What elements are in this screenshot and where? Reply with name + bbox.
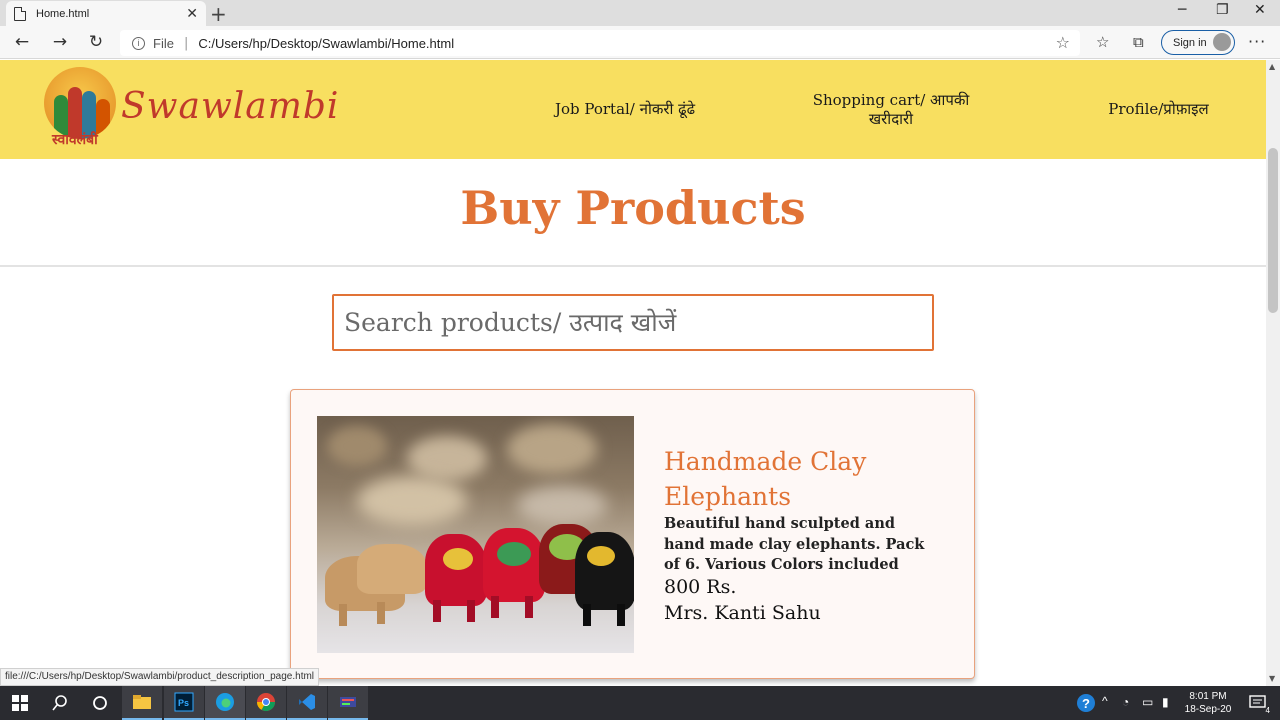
browser-tab-bar: Home.html ✕ + ─ ❐ ✕	[0, 0, 1280, 26]
site-header: स्वावलंबी Swawlambi Job Portal/ नोकरी ढू…	[0, 60, 1266, 159]
page-icon	[14, 6, 26, 21]
product-seller: Mrs. Kanti Sahu	[664, 602, 821, 624]
back-icon[interactable]: ←	[10, 31, 34, 53]
new-tab-icon[interactable]: +	[210, 2, 227, 26]
refresh-icon[interactable]: ↻	[84, 31, 108, 53]
address-url: C:/Users/hp/Desktop/Swawlambi/Home.html	[198, 35, 455, 51]
nav-profile[interactable]: Profile/प्रोफ़ाइल	[1096, 100, 1221, 119]
notification-count: 4	[1265, 706, 1270, 715]
help-icon[interactable]: ?	[1068, 686, 1104, 720]
window-close-icon[interactable]: ✕	[1254, 2, 1266, 18]
start-button[interactable]	[0, 686, 40, 720]
address-toolbar: ← → ↻ i File | C:/Users/hp/Desktop/Swawl…	[0, 26, 1280, 59]
minimize-icon[interactable]: ─	[1178, 2, 1186, 18]
favorites-icon[interactable]: ☆	[1096, 33, 1109, 51]
clock[interactable]: 8:01 PM 18-Sep-20	[1180, 690, 1236, 716]
clock-time: 8:01 PM	[1189, 691, 1227, 702]
photoshop-icon[interactable]: Ps	[164, 686, 204, 720]
divider	[0, 265, 1266, 267]
tray-chevron-icon[interactable]: ^	[1102, 695, 1108, 708]
collections-icon[interactable]: ⧉	[1133, 33, 1144, 51]
page-viewport: स्वावलंबी Swawlambi Job Portal/ नोकरी ढू…	[0, 60, 1266, 686]
svg-text:Ps: Ps	[178, 698, 189, 708]
task-view-icon[interactable]	[80, 686, 120, 720]
scroll-thumb[interactable]	[1268, 148, 1278, 313]
browser-tab[interactable]: Home.html ✕	[6, 1, 206, 26]
address-separator: |	[183, 35, 189, 51]
scroll-up-icon[interactable]: ▲	[1269, 62, 1275, 71]
app-icon[interactable]	[328, 686, 368, 720]
page-title: Buy Products	[460, 181, 806, 235]
info-icon[interactable]: i	[132, 36, 145, 50]
search-input[interactable]	[332, 294, 934, 351]
nav-job-portal[interactable]: Job Portal/ नोकरी ढूंढे	[545, 100, 705, 119]
forward-icon[interactable]: →	[48, 31, 72, 53]
svg-text:?: ?	[1082, 696, 1090, 711]
favorite-star-icon[interactable]: ☆	[1056, 33, 1070, 52]
logo-hindi-text: स्वावलंबी	[52, 132, 98, 148]
brand-name[interactable]: Swawlambi	[121, 86, 339, 127]
wifi-icon[interactable]: ◔	[1122, 696, 1129, 709]
sign-in-button[interactable]: Sign in	[1161, 30, 1235, 55]
file-explorer-icon[interactable]	[122, 686, 162, 720]
product-name[interactable]: Handmade Clay Elephants	[664, 444, 954, 514]
product-price: 800 Rs.	[664, 576, 737, 598]
tab-title: Home.html	[36, 7, 90, 20]
edge-browser-icon[interactable]	[205, 686, 245, 720]
notification-icon[interactable]: 4	[1240, 686, 1276, 720]
avatar	[1213, 33, 1231, 51]
display-icon[interactable]: ▭	[1142, 696, 1153, 709]
status-bar: file:///C:/Users/hp/Desktop/Swawlambi/pr…	[0, 668, 320, 686]
vscode-icon[interactable]	[287, 686, 327, 720]
taskbar: Ps ? ^ ◔ ▭ ▮ 8:01 PM 18-Sep-20 4	[0, 686, 1280, 720]
logo-image[interactable]	[44, 67, 116, 139]
windows-icon	[12, 695, 28, 711]
chrome-icon[interactable]	[246, 686, 286, 720]
product-card[interactable]: Handmade Clay Elephants Beautiful hand s…	[290, 389, 975, 679]
battery-icon[interactable]: ▮	[1162, 696, 1169, 709]
scrollbar[interactable]: ▲ ▼	[1266, 60, 1280, 686]
maximize-icon[interactable]: ❐	[1216, 2, 1229, 18]
product-image[interactable]	[317, 416, 634, 653]
product-description: Beautiful hand sculpted and hand made cl…	[664, 515, 925, 573]
address-scheme: File	[153, 35, 174, 51]
scroll-down-icon[interactable]: ▼	[1269, 674, 1275, 683]
nav-shopping-cart[interactable]: Shopping cart/ आपकी खरीदारी	[806, 91, 976, 129]
more-options-icon[interactable]: ···	[1248, 32, 1266, 51]
tab-close-icon[interactable]: ✕	[186, 6, 198, 22]
clock-date: 18-Sep-20	[1184, 704, 1232, 715]
address-bar[interactable]: i File | C:/Users/hp/Desktop/Swawlambi/H…	[120, 30, 1080, 56]
search-icon[interactable]	[40, 686, 80, 720]
sign-in-label: Sign in	[1173, 36, 1207, 49]
